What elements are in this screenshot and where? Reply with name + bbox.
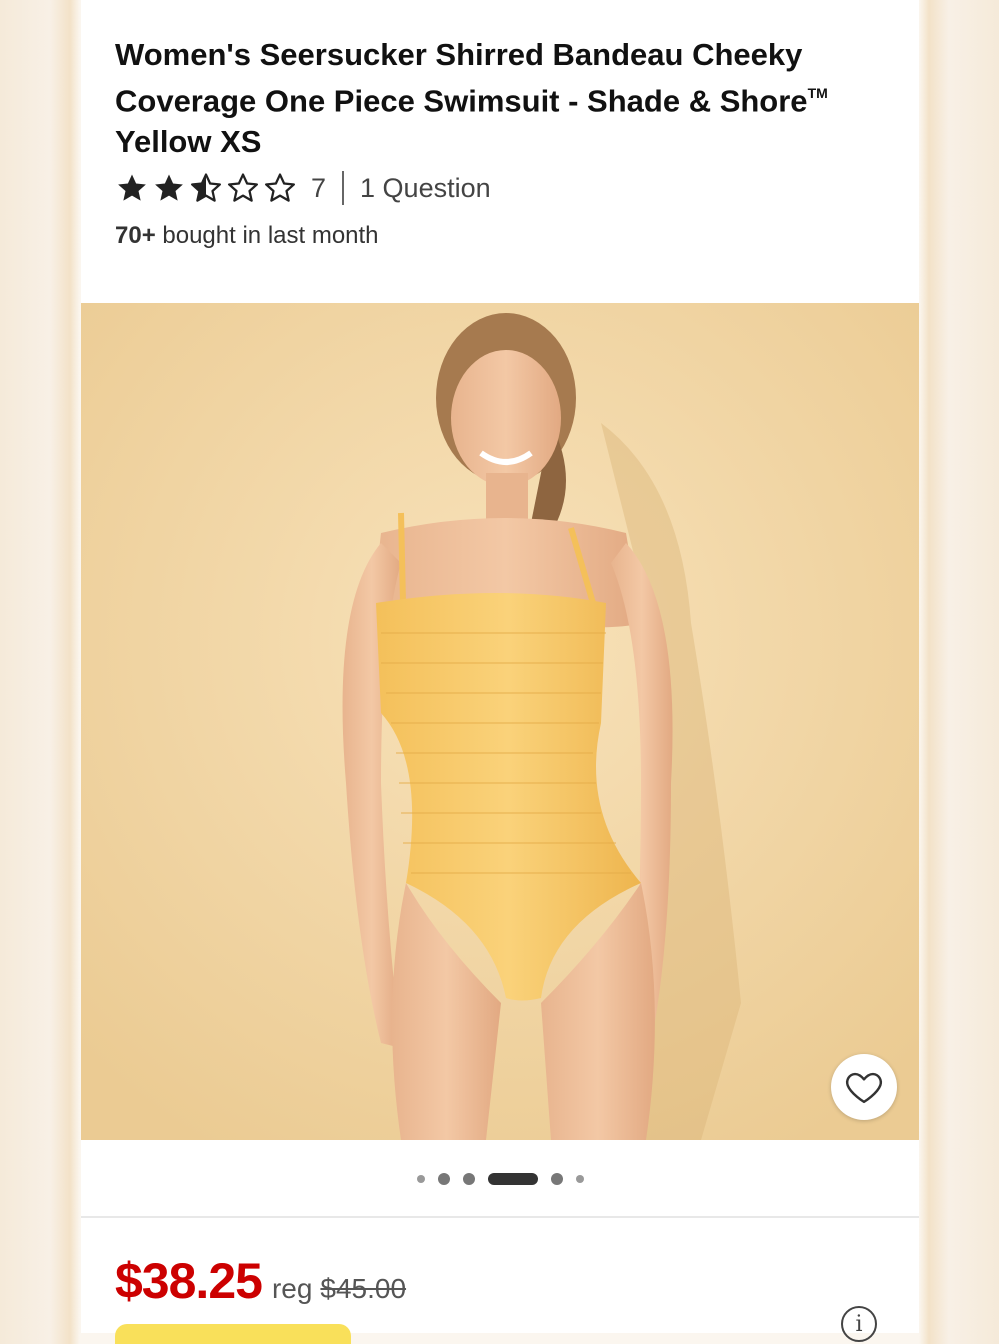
carousel-dot[interactable] — [575, 1175, 584, 1183]
product-variant: Yellow XS — [115, 124, 262, 160]
rating-row[interactable]: 7 1 Question — [115, 168, 491, 208]
product-image[interactable] — [81, 303, 919, 1140]
carousel-dot[interactable] — [437, 1173, 450, 1185]
original-price: $45.00 — [320, 1273, 407, 1304]
carousel-dot[interactable] — [550, 1173, 563, 1185]
product-card: Women's Seersucker Shirred Bandeau Cheek… — [81, 0, 919, 1344]
favorite-button[interactable] — [831, 1054, 897, 1120]
star-empty-icon — [227, 173, 259, 202]
current-price: $38.25 — [115, 1253, 263, 1309]
rating-divider — [342, 171, 345, 205]
product-title: Women's Seersucker Shirred Bandeau Cheek… — [115, 34, 895, 162]
product-photo — [81, 303, 919, 1140]
regular-price-label: reg — [271, 1273, 313, 1304]
trademark-symbol: TM — [807, 85, 828, 101]
star-empty-icon — [264, 173, 296, 202]
image-carousel-indicator[interactable] — [81, 1168, 919, 1190]
review-count[interactable]: 7 — [311, 173, 326, 204]
info-icon[interactable]: i — [841, 1306, 877, 1342]
section-divider — [81, 1216, 919, 1218]
star-full-icon — [118, 174, 146, 201]
star-full-icon — [155, 174, 183, 201]
bought-count: 70+ — [115, 222, 156, 249]
bought-text: bought in last month — [162, 222, 379, 249]
promo-badge[interactable] — [115, 1324, 351, 1344]
carousel-dot[interactable] — [416, 1175, 425, 1183]
price-block: $38.25 reg $45.00 — [115, 1252, 406, 1310]
carousel-dot-active[interactable] — [487, 1173, 538, 1185]
star-rating[interactable] — [115, 171, 297, 205]
carousel-dot[interactable] — [462, 1173, 475, 1185]
star-half-icon — [190, 173, 222, 202]
purchase-social-proof: 70+ bought in last month — [115, 222, 379, 250]
questions-link[interactable]: 1 Question — [360, 173, 491, 204]
product-title-text: Women's Seersucker Shirred Bandeau Cheek… — [115, 37, 808, 119]
heart-outline-icon — [846, 1072, 882, 1104]
